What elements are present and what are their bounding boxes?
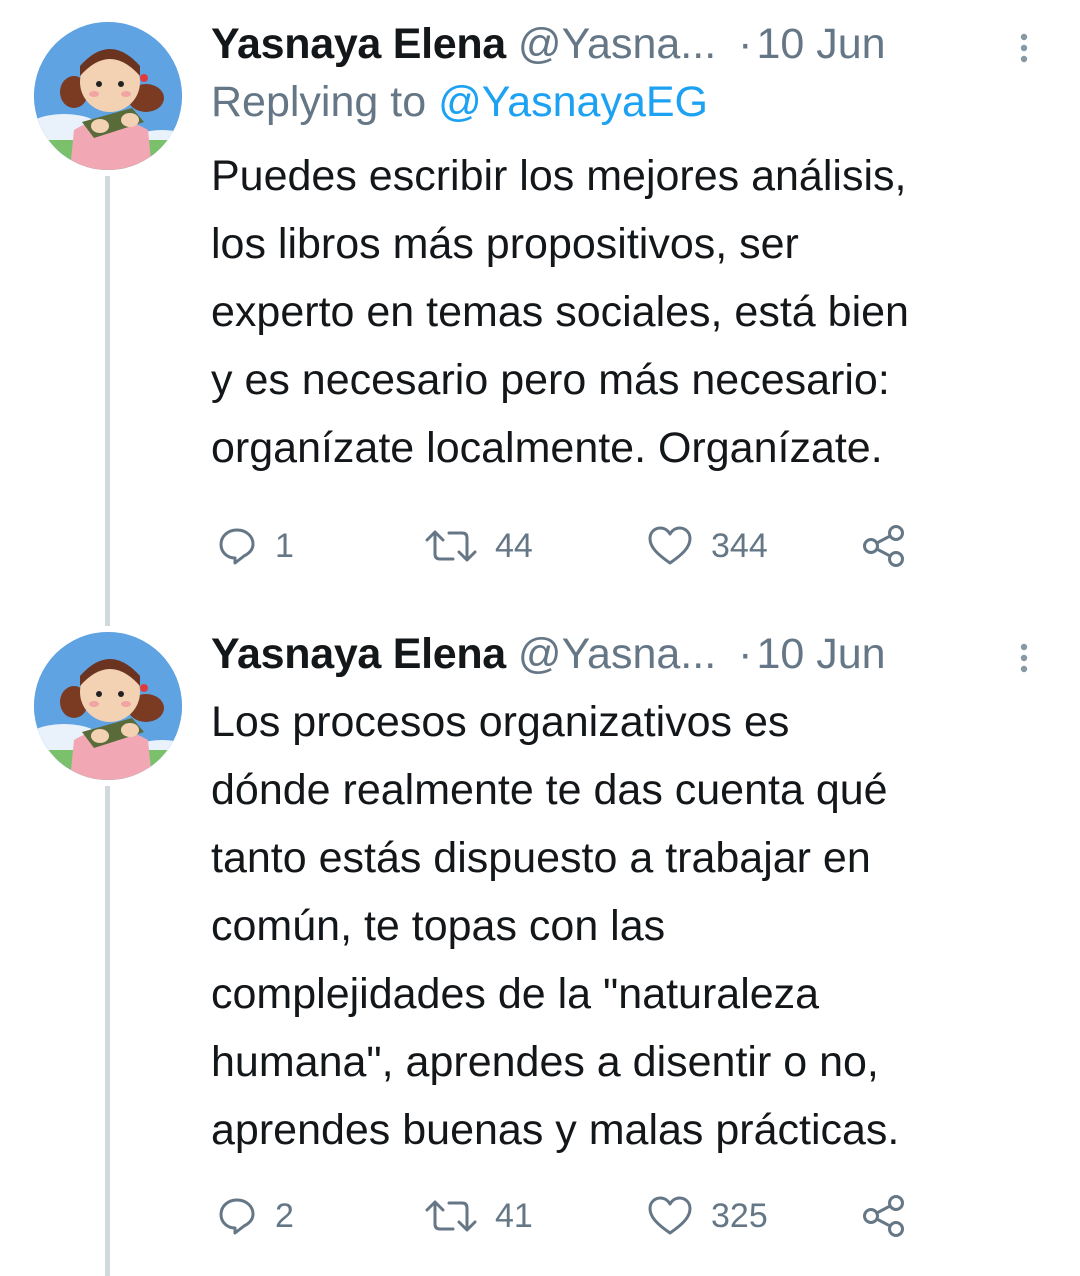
tweet-date[interactable]: 10 Jun [756, 626, 885, 682]
share-icon [863, 1195, 904, 1237]
tweet-header: Yasnaya Elena @Yasna... · 10 Jun [211, 626, 1061, 682]
tweet-text: Los procesos organizativos es dónde real… [211, 698, 900, 1154]
separator: · [738, 20, 753, 68]
reply-count: 2 [275, 1196, 294, 1235]
heart-icon [648, 526, 692, 565]
tweet-actions: 2 41 325 [211, 1188, 931, 1244]
vertical-dots-icon[interactable] [1014, 642, 1034, 674]
separator: · [738, 630, 753, 678]
display-name[interactable]: Yasnaya Elena [211, 626, 506, 682]
retweet-icon [425, 1200, 477, 1232]
share-button[interactable] [861, 518, 907, 574]
retweet-button[interactable]: 44 [425, 518, 533, 574]
retweet-count: 44 [495, 526, 533, 565]
retweet-button[interactable]: 41 [425, 1188, 533, 1244]
like-button[interactable]: 325 [647, 1188, 768, 1244]
retweet-icon [425, 530, 477, 562]
tweet-header: Yasnaya Elena @Yasna... · 10 Jun [211, 16, 1061, 72]
tweet-date[interactable]: 10 Jun [756, 16, 885, 72]
avatar[interactable] [34, 22, 182, 170]
share-button[interactable] [861, 1188, 907, 1244]
like-count: 325 [711, 1196, 768, 1235]
tweet[interactable]: Yasnaya Elena @Yasna... · 10 Jun Replyin… [0, 16, 1080, 596]
reply-button[interactable]: 2 [217, 1188, 294, 1244]
heart-icon [648, 1196, 692, 1235]
user-handle[interactable]: @Yasna... [518, 16, 716, 72]
replying-to-label: Replying to [211, 78, 439, 126]
speech-bubble-icon [219, 528, 255, 565]
replying-to: Replying to @YasnayaEG [211, 74, 708, 130]
tweet[interactable]: Yasnaya Elena @Yasna... · 10 Jun Los pro… [0, 626, 1080, 1276]
reply-count: 1 [275, 526, 294, 565]
reply-button[interactable]: 1 [217, 518, 294, 574]
anime-girl-avatar-image [34, 632, 182, 780]
display-name[interactable]: Yasnaya Elena [211, 16, 506, 72]
replying-to-handle[interactable]: @YasnayaEG [438, 78, 708, 126]
speech-bubble-icon [219, 1198, 255, 1235]
user-handle[interactable]: @Yasna... [518, 626, 716, 682]
tweet-actions: 1 44 344 [211, 518, 931, 574]
retweet-count: 41 [495, 1196, 533, 1235]
like-count: 344 [711, 526, 768, 565]
like-button[interactable]: 344 [647, 518, 768, 574]
anime-girl-avatar-image [34, 22, 182, 170]
avatar[interactable] [34, 632, 182, 780]
vertical-dots-icon[interactable] [1014, 32, 1034, 64]
share-icon [863, 525, 904, 567]
tweet-text: Puedes escribir los mejores análisis, lo… [211, 152, 909, 472]
